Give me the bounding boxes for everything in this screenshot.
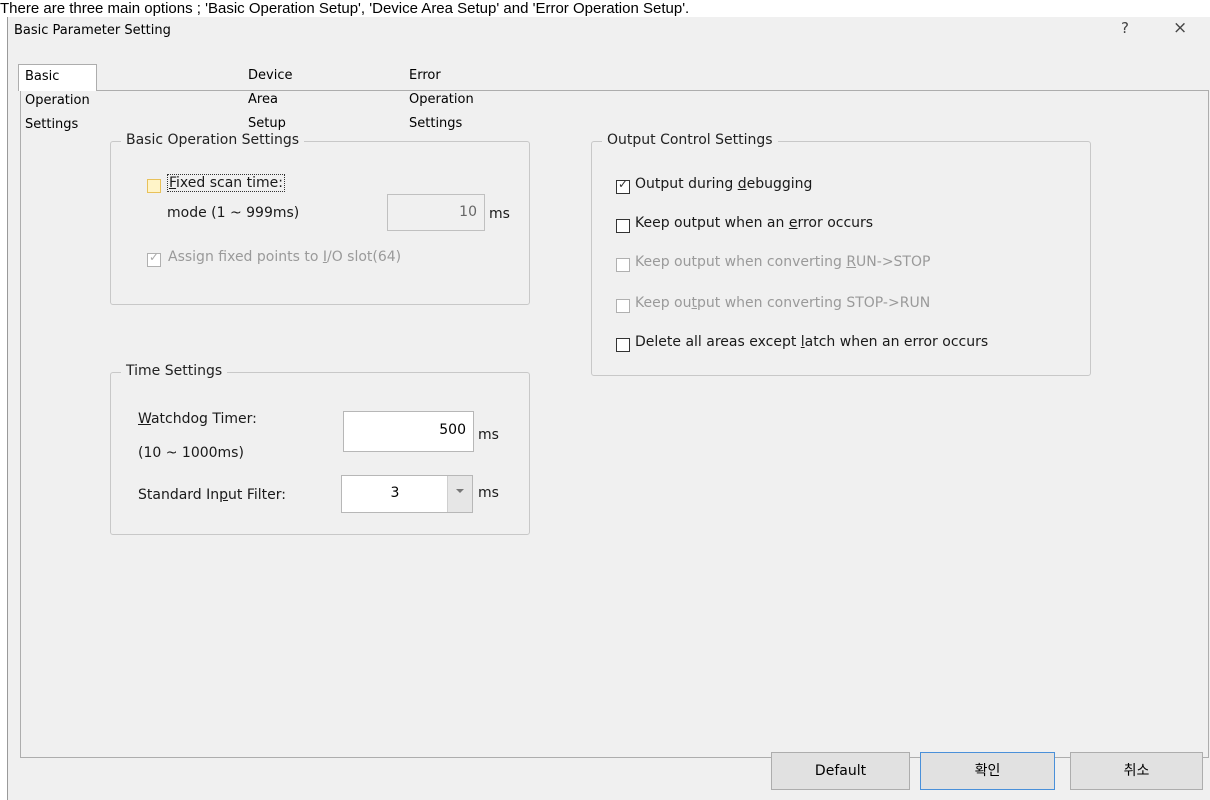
fixed-scan-time-field[interactable]: 10 (387, 194, 485, 231)
tab-device-area-setup[interactable]: Device Area Setup (242, 64, 298, 131)
watchdog-label: Watchdog Timer: (138, 411, 257, 427)
assign-io-label[interactable]: Assign fixed points to I/O slot(64) (168, 249, 401, 265)
input-filter-label-pre: Standard In (138, 487, 220, 503)
checkmark-icon: ✓ (618, 177, 629, 191)
output-debugging-label-pre: Output during (635, 176, 738, 192)
tab-basic-operation-settings[interactable]: Basic Operation Settings (18, 64, 97, 132)
assign-io-label-pre: Assign fixed points to (168, 249, 323, 265)
basic-operation-legend: Basic Operation Settings (121, 132, 305, 148)
output-debugging-label-post: ebugging (746, 176, 813, 192)
output-control-group: Output Control Settings ✓ Output during … (591, 132, 1091, 376)
fixed-scan-mode-label: mode (1 ~ 999ms) (167, 205, 300, 221)
input-filter-label: Standard Input Filter: (138, 487, 286, 503)
keep-output-error-label[interactable]: Keep output when an error occurs (635, 215, 873, 231)
dialog-title: Basic Parameter Setting (14, 23, 171, 38)
output-debugging-mnemonic: d (737, 176, 747, 192)
basic-operation-group: Basic Operation Settings Fixed scan time… (110, 132, 530, 305)
watchdog-mnemonic: W (138, 411, 151, 427)
keep-output-run-stop-mnemonic: R (846, 254, 857, 270)
delete-areas-label[interactable]: Delete all areas except latch when an er… (635, 334, 988, 350)
keep-output-error-label-pre: Keep output when an (635, 215, 789, 231)
keep-output-stop-run-checkbox[interactable] (616, 299, 630, 313)
cancel-button[interactable]: 취소 (1070, 752, 1203, 790)
fixed-scan-label-rest: ixed scan time: (176, 175, 283, 191)
ok-button[interactable]: 확인 (920, 752, 1055, 790)
output-control-legend: Output Control Settings (602, 132, 778, 148)
keep-output-stop-run-label-pre: Keep ou (635, 295, 692, 311)
output-debugging-checkbox[interactable]: ✓ (616, 177, 630, 194)
watchdog-range-label: (10 ~ 1000ms) (138, 445, 244, 461)
delete-areas-label-post: atch when an error occurs (804, 334, 989, 350)
keep-output-error-checkbox[interactable] (616, 219, 630, 233)
fixed-scan-label[interactable]: Fixed scan time: (167, 174, 285, 192)
input-filter-label-post: ut Filter: (228, 487, 287, 503)
keep-output-run-stop-label-post: UN->STOP (856, 254, 931, 270)
fixed-scan-mnemonic: F (169, 175, 177, 191)
basic-parameter-dialog: Basic Parameter Setting ? × Basic Operat… (7, 17, 1210, 800)
input-filter-mnemonic: p (219, 487, 229, 503)
checkmark-icon: ✓ (149, 250, 160, 264)
title-bar: Basic Parameter Setting ? × (8, 17, 1210, 47)
fixed-scan-unit: ms (489, 206, 510, 222)
time-settings-group: Time Settings Watchdog Timer: (10 ~ 1000… (110, 363, 530, 535)
keep-output-stop-run-label[interactable]: Keep output when converting STOP->RUN (635, 295, 930, 311)
keep-output-run-stop-label-pre: Keep output when converting (635, 254, 847, 270)
keep-output-run-stop-label[interactable]: Keep output when converting RUN->STOP (635, 254, 930, 270)
watchdog-unit: ms (478, 427, 499, 443)
dropdown-button[interactable] (447, 476, 472, 512)
delete-areas-label-pre: Delete all areas except (635, 334, 801, 350)
input-filter-value: 3 (390, 485, 400, 501)
chevron-down-icon (456, 489, 464, 493)
keep-output-stop-run-label-post: put when converting STOP->RUN (697, 295, 931, 311)
caption-text: There are three main options ; 'Basic Op… (0, 0, 690, 17)
watchdog-label-rest: atchdog Timer: (150, 411, 257, 427)
tab-error-operation-settings[interactable]: Error Operation Settings (403, 64, 480, 131)
input-filter-dropdown[interactable]: 3 (341, 475, 473, 513)
keep-output-error-label-post: rror occurs (797, 215, 874, 231)
assign-io-checkbox[interactable]: ✓ (147, 250, 161, 267)
output-debugging-label[interactable]: Output during debugging (635, 176, 812, 192)
keep-output-run-stop-checkbox[interactable] (616, 258, 630, 272)
input-filter-unit: ms (478, 485, 499, 501)
help-button[interactable]: ? (1121, 19, 1129, 37)
fixed-scan-checkbox[interactable] (147, 179, 161, 193)
assign-io-label-post: /O slot(64) (326, 249, 402, 265)
close-button[interactable]: × (1173, 18, 1187, 38)
default-button[interactable]: Default (771, 752, 910, 790)
time-settings-legend: Time Settings (121, 363, 228, 379)
delete-areas-checkbox[interactable] (616, 338, 630, 352)
watchdog-timer-field[interactable]: 500 (343, 411, 474, 452)
